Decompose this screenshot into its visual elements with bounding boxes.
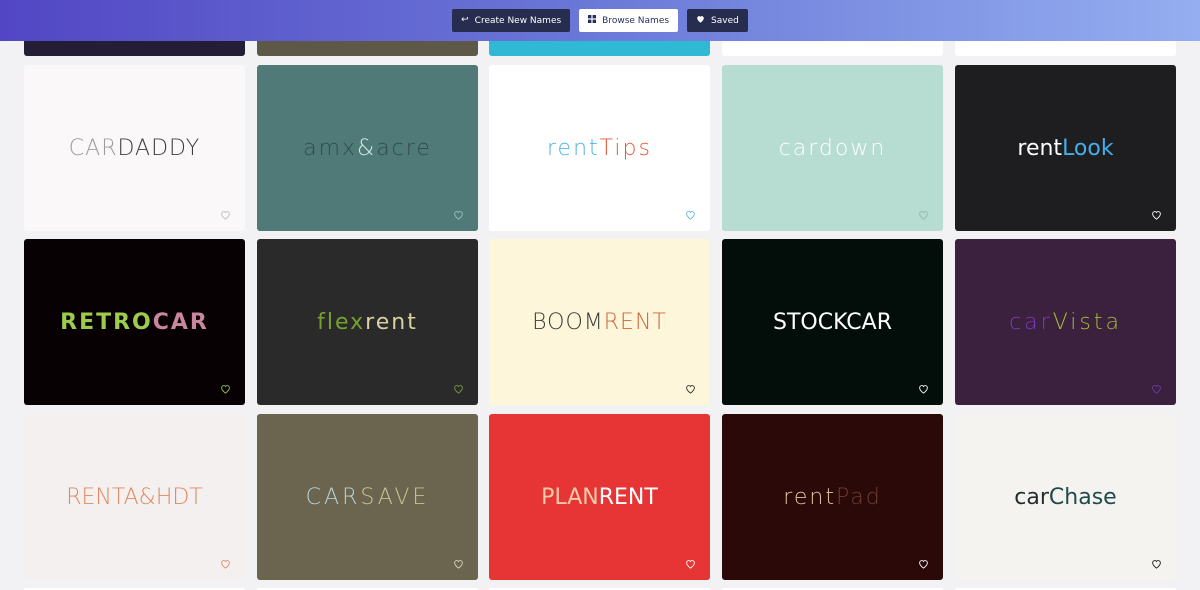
heart-outline-icon[interactable] <box>1150 558 1162 569</box>
logo-part: Pad <box>835 484 882 510</box>
name-card-planrent[interactable]: PLANRENT <box>489 414 710 580</box>
saved-button[interactable]: Saved <box>687 9 748 32</box>
heart-outline-icon[interactable] <box>452 209 464 220</box>
logo-part: amx <box>303 135 358 161</box>
logo-part: & <box>357 135 377 161</box>
heart-outline-icon[interactable] <box>917 558 929 569</box>
logo-part: acre <box>376 135 432 161</box>
heart-outline-icon[interactable] <box>684 383 696 394</box>
logo-part: STOCKCAR <box>772 309 892 335</box>
name-logo: rentPad <box>783 485 881 510</box>
name-logo: carVista <box>1009 310 1122 335</box>
logo-part: RENT <box>598 484 658 510</box>
name-card-rentpad[interactable]: rentPad <box>722 414 943 580</box>
logo-part: cardown <box>778 135 887 161</box>
logo-part: Chase <box>1048 484 1117 510</box>
saved-label: Saved <box>711 15 739 26</box>
browse-names-button[interactable]: Browse Names <box>579 9 679 32</box>
logo-part: rent <box>547 135 600 161</box>
name-logo: rentTips <box>547 136 652 161</box>
name-logo: BOOMRENT <box>532 310 667 335</box>
name-card-flexrent[interactable]: flexrent <box>257 239 478 405</box>
logo-part: rent <box>365 309 418 335</box>
logo-part: Vista <box>1052 309 1122 335</box>
name-card-carsave[interactable]: CARSAVE <box>257 414 478 580</box>
name-card-cardaddy[interactable]: CARDADDY <box>24 65 245 231</box>
logo-part: CAR <box>305 484 361 510</box>
heart-outline-icon[interactable] <box>684 209 696 220</box>
name-card-retrocar[interactable]: RETROCAR <box>24 239 245 405</box>
name-card-amxacre[interactable]: amx&acre <box>257 65 478 231</box>
logo-part: car <box>1014 484 1049 510</box>
name-card-stockcar[interactable]: STOCKCAR <box>722 239 943 405</box>
logo-part: Tips <box>599 135 652 161</box>
heart-outline-icon[interactable] <box>219 209 231 220</box>
name-card-carvista[interactable]: carVista <box>955 239 1176 405</box>
grid-icon <box>588 15 597 26</box>
name-card-renttips[interactable]: rentTips <box>489 65 710 231</box>
browse-names-label: Browse Names <box>602 15 670 26</box>
name-logo: RENTA&HDT <box>66 485 203 510</box>
logo-part: PLAN <box>541 484 599 510</box>
name-card-carchase[interactable]: carChase <box>955 414 1176 580</box>
logo-part: RENT <box>603 309 667 335</box>
logo-part: RENTA&HDT <box>66 484 203 510</box>
create-new-names-button[interactable]: ↩ Create New Names <box>452 9 571 32</box>
name-card-boomrent[interactable]: BOOMRENT <box>489 239 710 405</box>
logo-part: DADDY <box>117 135 201 161</box>
name-logo: flexrent <box>317 310 418 335</box>
name-logo: amx&acre <box>303 136 432 161</box>
name-card-rentahdt[interactable]: RENTA&HDT <box>24 414 245 580</box>
name-logo: carChase <box>1014 485 1116 510</box>
name-logo: STOCKCAR <box>773 310 892 335</box>
name-card-rentlook[interactable]: rentLook <box>955 65 1176 231</box>
name-card-cardown[interactable]: cardown <box>722 65 943 231</box>
logo-part: SAVE <box>360 484 430 510</box>
create-new-names-label: Create New Names <box>474 15 562 26</box>
name-logo: CARSAVE <box>306 485 430 510</box>
logo-part: BOOM <box>532 309 604 335</box>
name-logo: rentLook <box>1017 136 1113 161</box>
heart-outline-icon[interactable] <box>452 558 464 569</box>
logo-part: rent <box>1017 135 1063 161</box>
heart-outline-icon[interactable] <box>917 209 929 220</box>
name-logo: cardown <box>779 136 887 161</box>
heart-icon <box>696 15 705 26</box>
logo-part: Look <box>1062 135 1114 161</box>
header-bar: ↩ Create New Names Browse Names Saved <box>0 0 1200 41</box>
names-grid: CARDADDY amx&acre rentTips cardown rentLook R… <box>0 0 1200 590</box>
logo-part: CAR <box>68 135 118 161</box>
name-logo: RETROCAR <box>60 310 209 335</box>
return-arrow-icon: ↩ <box>461 15 469 25</box>
heart-outline-icon[interactable] <box>1150 383 1162 394</box>
logo-part: flex <box>317 309 366 335</box>
heart-outline-icon[interactable] <box>219 558 231 569</box>
name-logo: CARDADDY <box>69 136 200 161</box>
heart-outline-icon[interactable] <box>1150 209 1162 220</box>
name-logo: PLANRENT <box>541 485 658 510</box>
logo-part: CAR <box>152 309 209 335</box>
heart-outline-icon[interactable] <box>684 558 696 569</box>
logo-part: car <box>1009 309 1053 335</box>
heart-outline-icon[interactable] <box>917 383 929 394</box>
heart-outline-icon[interactable] <box>219 383 231 394</box>
logo-part: rent <box>783 484 836 510</box>
heart-outline-icon[interactable] <box>452 383 464 394</box>
logo-part: RETRO <box>60 309 153 335</box>
